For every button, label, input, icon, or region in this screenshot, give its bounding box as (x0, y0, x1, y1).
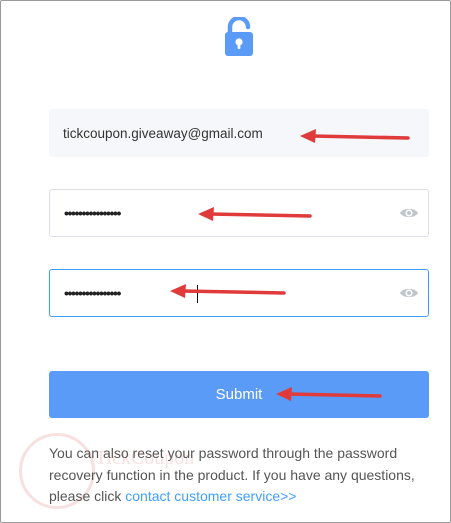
eye-icon[interactable] (399, 285, 419, 301)
contact-customer-service-link[interactable]: contact customer service>> (125, 488, 296, 504)
password-value: •••••••••••••••• (64, 205, 121, 221)
confirm-password-value: •••••••••••••••• (64, 285, 121, 301)
dialog-frame: tickcoupon.giveaway@gmail.com ••••••••••… (0, 0, 451, 523)
eye-icon[interactable] (399, 205, 419, 221)
annotation-arrow-email (300, 129, 410, 143)
help-text: You can also reset your password through… (49, 443, 434, 508)
email-value: tickcoupon.giveaway@gmail.com (63, 125, 263, 141)
annotation-arrow-password (198, 207, 312, 221)
annotation-arrow-confirm-password (170, 284, 286, 298)
lock-icon (225, 17, 253, 56)
annotation-arrow-submit (276, 387, 382, 401)
